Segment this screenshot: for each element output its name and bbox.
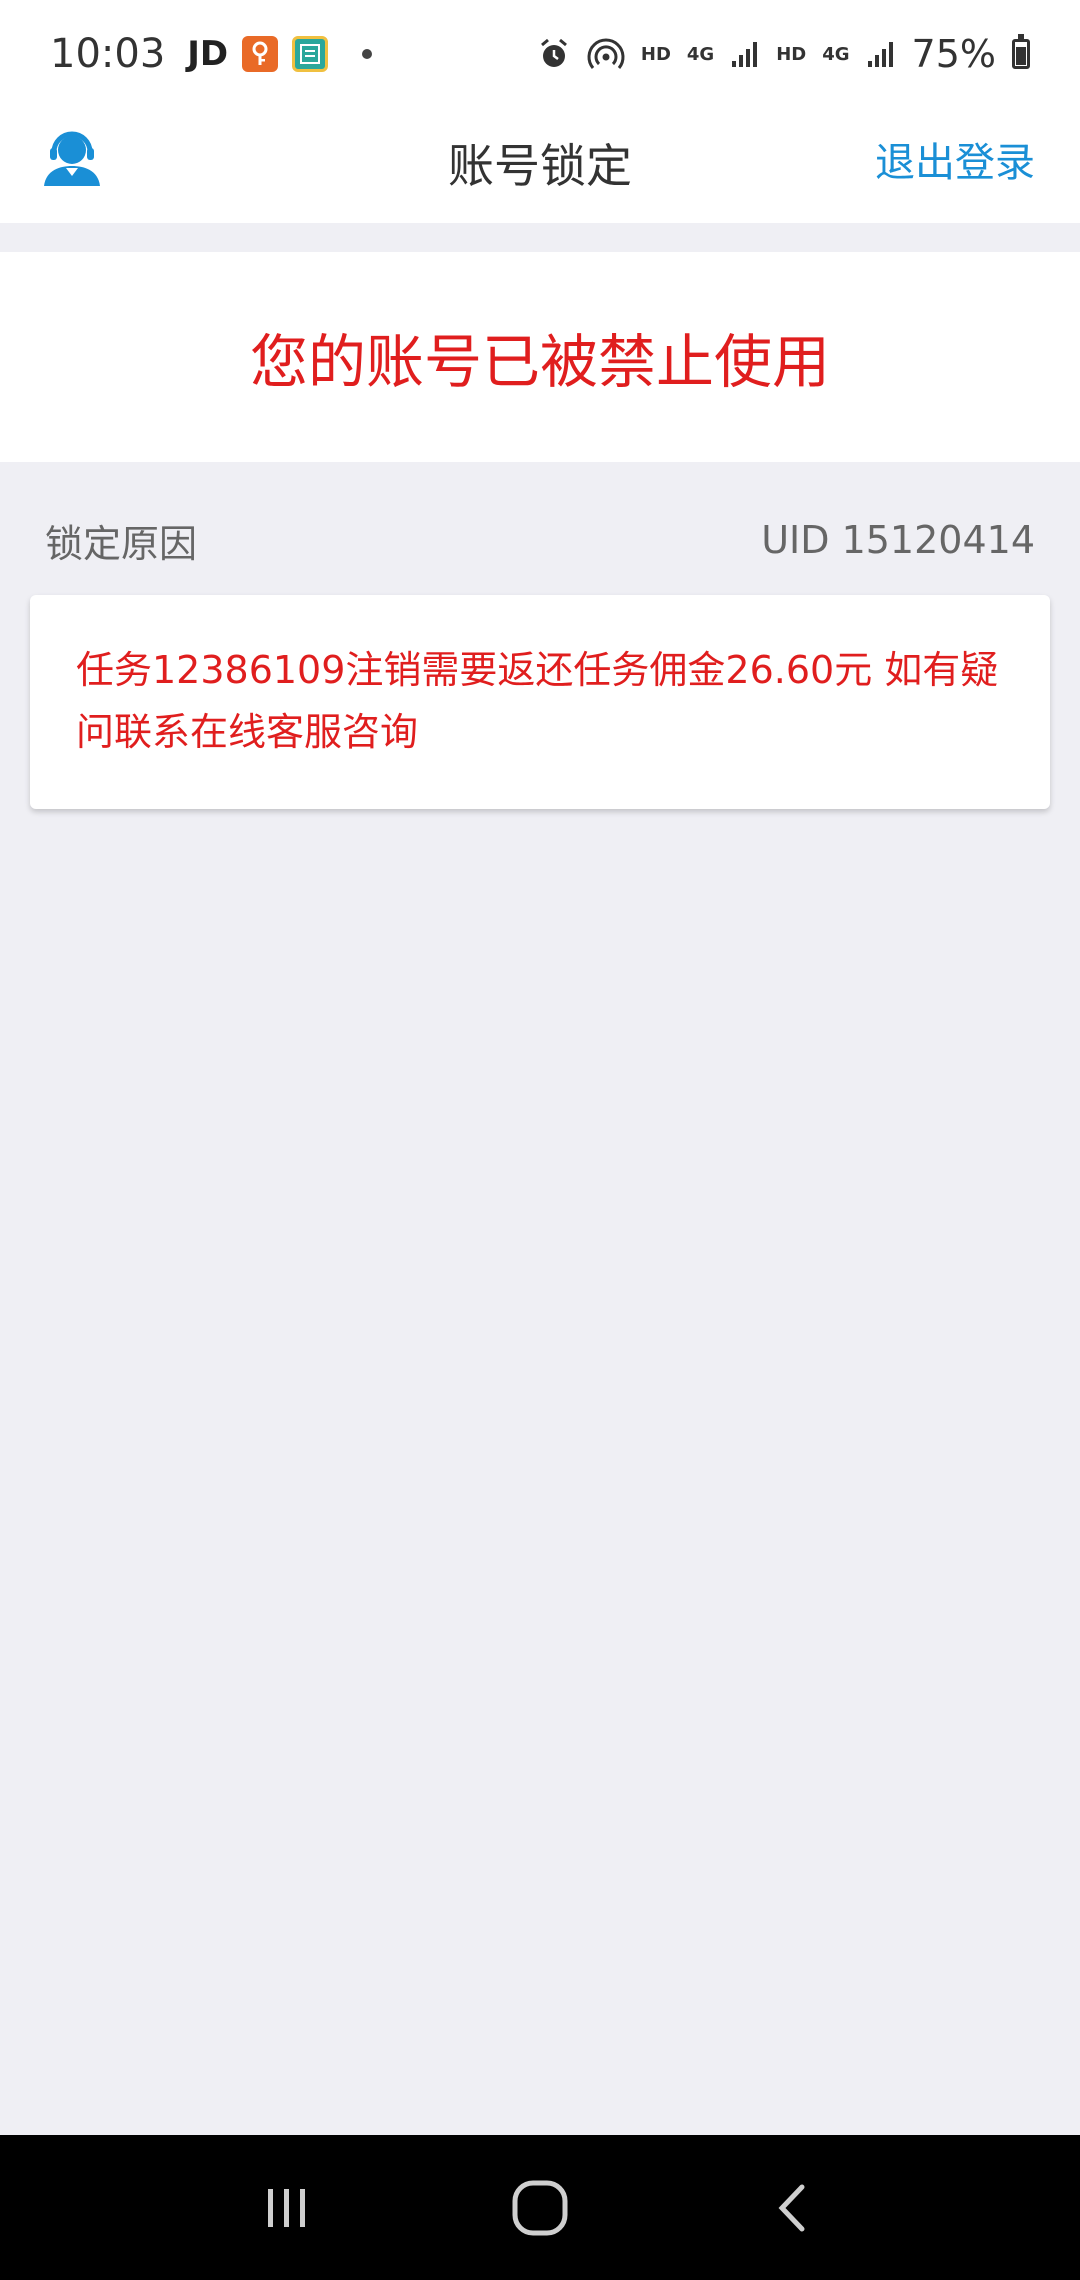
app-header: 账号锁定 退出登录 bbox=[0, 108, 1080, 223]
reason-card: 任务12386109注销需要返还任务佣金26.60元 如有疑问联系在线客服咨询 bbox=[30, 595, 1050, 809]
signal-icon-2 bbox=[866, 39, 896, 69]
reason-text: 任务12386109注销需要返还任务佣金26.60元 如有疑问联系在线客服咨询 bbox=[76, 648, 999, 754]
battery-icon bbox=[1012, 34, 1030, 69]
recent-apps-icon[interactable] bbox=[242, 2163, 332, 2253]
ban-banner: 您的账号已被禁止使用 bbox=[0, 252, 1080, 462]
status-time: 10:03 bbox=[50, 31, 166, 77]
signal-icon bbox=[730, 39, 760, 69]
key-icon bbox=[252, 41, 268, 65]
reason-header-row: 锁定原因 UID 15120414 bbox=[0, 500, 1080, 580]
status-left: 10:03 JD bbox=[50, 31, 373, 77]
network-label-2: 4G bbox=[822, 43, 850, 65]
battery-percent: 75% bbox=[911, 32, 996, 76]
notification-book-icon bbox=[292, 36, 329, 72]
book-icon bbox=[300, 44, 321, 64]
ban-message: 您的账号已被禁止使用 bbox=[249, 328, 830, 396]
battery-fill bbox=[1016, 47, 1026, 65]
navigation-bar bbox=[0, 2135, 1080, 2280]
notification-app-icon bbox=[242, 36, 279, 72]
reason-label: 锁定原因 bbox=[45, 521, 198, 566]
hd-label-2: HD bbox=[776, 43, 807, 65]
app-screen: 10:03 JD HD 4G HD 4G 75% 账号锁定 退出登录 您的账号已… bbox=[0, 0, 1080, 2280]
home-icon[interactable] bbox=[495, 2163, 585, 2253]
hotspot-icon bbox=[587, 37, 625, 71]
hd-label-1: HD bbox=[640, 43, 671, 65]
jd-label: JD bbox=[187, 34, 229, 74]
uid-text: UID 15120414 bbox=[761, 518, 1035, 562]
alarm-icon bbox=[537, 37, 571, 71]
back-icon[interactable] bbox=[748, 2163, 838, 2253]
logout-button[interactable]: 退出登录 bbox=[875, 130, 1035, 188]
notification-dot bbox=[362, 49, 373, 59]
network-label-1: 4G bbox=[686, 43, 715, 65]
status-bar: 10:03 JD HD 4G HD 4G 75% bbox=[0, 0, 1080, 108]
status-right: HD 4G HD 4G 75% bbox=[537, 32, 1030, 76]
